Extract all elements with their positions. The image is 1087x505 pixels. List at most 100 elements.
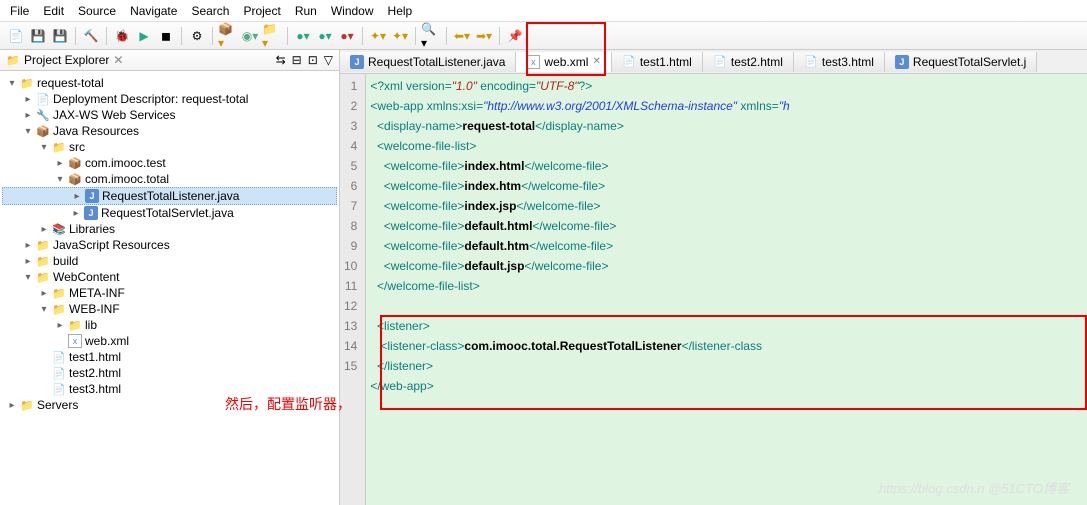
wizard-icon[interactable]: ✦▾ <box>368 26 388 46</box>
tree-item[interactable]: ▾📁request-total <box>2 75 337 91</box>
tree-label: Libraries <box>69 222 115 236</box>
explorer-tree[interactable]: ▾📁request-total▸📄Deployment Descriptor: … <box>0 71 339 505</box>
tree-item[interactable]: ▸JRequestTotalListener.java <box>2 187 337 205</box>
tree-label: RequestTotalListener.java <box>102 189 239 203</box>
tree-icon: 📚 <box>52 222 66 236</box>
run-icon[interactable]: ▶ <box>134 26 154 46</box>
menu-file[interactable]: File <box>10 4 29 18</box>
tab-icon: 📄 <box>713 55 727 69</box>
tree-label: RequestTotalServlet.java <box>101 206 234 220</box>
tree-item[interactable]: ▸🔧JAX-WS Web Services <box>2 107 337 123</box>
tree-item[interactable]: ▾📁src <box>2 139 337 155</box>
editor-tab[interactable]: JRequestTotalListener.java <box>340 52 516 72</box>
save-all-icon[interactable]: 💾 <box>50 26 70 46</box>
menu-help[interactable]: Help <box>388 4 413 18</box>
back-icon[interactable]: ⬅▾ <box>452 26 472 46</box>
ext-run-icon[interactable]: ●▾ <box>337 26 357 46</box>
tree-icon: 📁 <box>36 238 50 252</box>
editor-tab[interactable]: 📄 test1.html <box>612 52 703 72</box>
menu-project[interactable]: Project <box>243 4 280 18</box>
tree-icon: 📁 <box>52 302 66 316</box>
tree-icon: 📁 <box>52 140 66 154</box>
tree-icon: 📁 <box>68 318 82 332</box>
tree-icon: 📦 <box>68 172 82 186</box>
stop-icon[interactable]: ◼ <box>156 26 176 46</box>
tree-label: test2.html <box>69 366 121 380</box>
focus-icon[interactable]: ⊡ <box>308 53 318 67</box>
open-type-icon[interactable]: ✦▾ <box>390 26 410 46</box>
tree-item[interactable]: ▸📦com.imooc.test <box>2 155 337 171</box>
collapse-all-icon[interactable]: ⇆ <box>276 53 286 67</box>
new-icon[interactable]: 📄 <box>6 26 26 46</box>
tree-label: com.imooc.test <box>85 156 166 170</box>
tree-label: WEB-INF <box>69 302 120 316</box>
annotation-text: 然后，配置监听器， <box>225 394 351 414</box>
tree-item[interactable]: ▾📁WEB-INF <box>2 301 337 317</box>
tree-label: JAX-WS Web Services <box>53 108 175 122</box>
view-menu-icon[interactable]: ▽ <box>324 53 333 67</box>
forward-icon[interactable]: ➡▾ <box>474 26 494 46</box>
code-editor[interactable]: 123456789101112131415 <?xml version="1.0… <box>340 74 1087 505</box>
menu-source[interactable]: Source <box>78 4 116 18</box>
explorer-title: Project Explorer <box>24 53 109 67</box>
tab-icon: J <box>350 55 364 69</box>
tree-item[interactable]: 📄test2.html <box>2 365 337 381</box>
debug-drop-icon[interactable]: ●▾ <box>315 26 335 46</box>
tree-item[interactable]: ▸📁META-INF <box>2 285 337 301</box>
tab-icon: 📄 <box>622 55 636 69</box>
menu-bar: File Edit Source Navigate Search Project Run Wi… <box>0 0 1087 22</box>
tree-icon: 📦 <box>36 124 50 138</box>
tree-item[interactable]: ▸📁JavaScript Resources <box>2 237 337 253</box>
link-editor-icon[interactable]: ⊟ <box>292 53 302 67</box>
editor-area: JRequestTotalListener.javaxweb.xml✕📄test… <box>340 50 1087 505</box>
tree-item[interactable]: ▾📦com.imooc.total <box>2 171 337 187</box>
tab-label: web.xml <box>544 55 588 69</box>
tree-item[interactable]: ▸JRequestTotalServlet.java <box>2 205 337 221</box>
new-folder-icon[interactable]: 📁▾ <box>262 26 282 46</box>
tree-item[interactable]: ▸📚Libraries <box>2 221 337 237</box>
tab-label: test2.html <box>731 55 783 69</box>
tree-label: META-INF <box>69 286 125 300</box>
tab-icon: J <box>895 55 909 69</box>
tab-icon: 📄 <box>804 55 818 69</box>
tab-label: RequestTotalServlet.j <box>913 55 1026 69</box>
tree-item[interactable]: ▸📄Deployment Descriptor: request-total <box>2 91 337 107</box>
editor-tab[interactable]: 📄 test2.html <box>703 52 794 72</box>
debug-icon[interactable]: 🐞 <box>112 26 132 46</box>
pin-icon[interactable]: 📌 <box>505 26 525 46</box>
tree-label: Deployment Descriptor: request-total <box>53 92 248 106</box>
menu-window[interactable]: Window <box>331 4 374 18</box>
menu-search[interactable]: Search <box>191 4 229 18</box>
tree-label: build <box>53 254 78 268</box>
tree-item[interactable]: xweb.xml <box>2 333 337 349</box>
tree-item[interactable]: ▾📁WebContent <box>2 269 337 285</box>
tab-label: test3.html <box>822 55 874 69</box>
close-icon[interactable]: ✕ <box>592 56 600 67</box>
tree-label: test3.html <box>69 382 121 396</box>
tree-item[interactable]: 📄test1.html <box>2 349 337 365</box>
tree-label: test1.html <box>69 350 121 364</box>
project-explorer-view: 📁 Project Explorer ✕ ⇆ ⊟ ⊡ ▽ ▾📁request-t… <box>0 50 340 505</box>
editor-tabs: JRequestTotalListener.javaxweb.xml✕📄test… <box>340 50 1087 74</box>
editor-tab[interactable]: J RequestTotalServlet.j <box>885 52 1037 72</box>
save-icon[interactable]: 💾 <box>28 26 48 46</box>
tree-item[interactable]: ▸📁build <box>2 253 337 269</box>
editor-tab[interactable]: xweb.xml✕ <box>516 52 611 72</box>
new-package-icon[interactable]: 📦▾ <box>218 26 238 46</box>
menu-navigate[interactable]: Navigate <box>130 4 177 18</box>
tree-item[interactable]: ▾📦Java Resources <box>2 123 337 139</box>
tree-icon: 📄 <box>52 382 66 396</box>
menu-edit[interactable]: Edit <box>43 4 64 18</box>
search-icon[interactable]: 🔍▾ <box>421 26 441 46</box>
server-icon[interactable]: ⚙ <box>187 26 207 46</box>
tab-label: test1.html <box>640 55 692 69</box>
editor-tab[interactable]: 📄 test3.html <box>794 52 885 72</box>
new-class-icon[interactable]: ◉▾ <box>240 26 260 46</box>
explorer-icon: 📁 <box>6 53 20 67</box>
run-drop-icon[interactable]: ●▾ <box>293 26 313 46</box>
code-content[interactable]: <?xml version="1.0" encoding="UTF-8"?><w… <box>366 74 793 505</box>
tree-label: Servers <box>37 398 78 412</box>
tree-item[interactable]: ▸📁lib <box>2 317 337 333</box>
menu-run[interactable]: Run <box>295 4 317 18</box>
build-icon[interactable]: 🔨 <box>81 26 101 46</box>
